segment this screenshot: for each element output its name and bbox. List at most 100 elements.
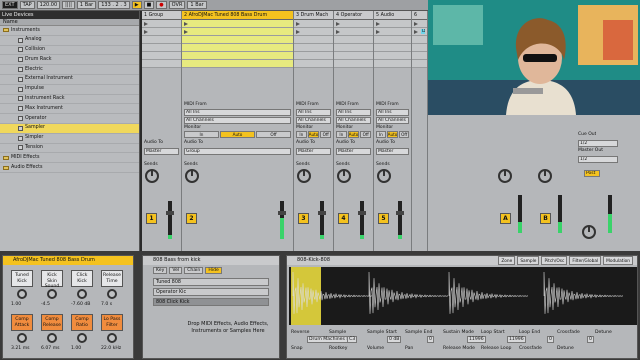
clip-slot[interactable] [334, 36, 373, 44]
clip-slot[interactable] [412, 44, 427, 52]
position-field[interactable]: 133 . 2 . 3 [98, 1, 130, 9]
sample-field-value[interactable]: 0 dB [387, 336, 402, 343]
clip-launch-icon[interactable] [336, 30, 340, 34]
clip-slot[interactable] [334, 28, 373, 36]
macro-button-7[interactable]: Comp Ratio [71, 314, 93, 331]
play-button[interactable]: ▶ [131, 1, 142, 9]
chain-row[interactable]: Tuned 808 [153, 278, 269, 286]
volume-fader[interactable] [318, 211, 326, 215]
macro-button-5[interactable]: Comp Attack [11, 314, 33, 331]
clip-slot[interactable] [142, 52, 181, 60]
send-knob[interactable] [145, 169, 159, 183]
ext-button[interactable]: EXT [2, 1, 18, 9]
clip-slot[interactable] [182, 60, 293, 68]
audio-to-select[interactable]: Master [336, 148, 371, 155]
midi-from-select[interactable]: All Ins [296, 109, 331, 116]
macro-knob-3[interactable] [77, 289, 87, 299]
clip-slot[interactable] [182, 36, 293, 44]
volume-fader[interactable] [358, 211, 366, 215]
clip-slot[interactable] [334, 60, 373, 68]
monitor-in-button[interactable]: In [336, 131, 347, 138]
audio-to-select[interactable]: Master [296, 148, 331, 155]
clip-slot[interactable] [142, 60, 181, 68]
clip-slot[interactable] [142, 44, 181, 52]
monitor-switch[interactable]: In Auto Off [296, 131, 332, 138]
clip-slot[interactable] [142, 20, 181, 28]
browser-item-drum-rack[interactable]: Drum Rack [0, 55, 139, 66]
clip-slot[interactable] [374, 52, 411, 60]
track-activator-button[interactable]: 4 [338, 213, 349, 224]
send-knob[interactable] [337, 169, 351, 183]
clip-slot[interactable] [294, 44, 333, 52]
clip-slot[interactable] [412, 36, 427, 44]
monitor-off-button[interactable]: Off [256, 131, 291, 138]
browser-item-instrument-rack[interactable]: Instrument Rack [0, 95, 139, 105]
quantize-select[interactable]: 1 Bar [76, 1, 97, 9]
monitor-switch[interactable]: In Auto Off [376, 131, 410, 138]
send-knob[interactable] [297, 169, 311, 183]
monitor-auto-button[interactable]: Auto [386, 131, 399, 138]
sample-field-value[interactable]: 11996 [507, 336, 526, 343]
monitor-in-button[interactable]: In [376, 131, 386, 138]
midi-from-select[interactable]: All Ins [184, 109, 291, 116]
clip-slot[interactable] [374, 44, 411, 52]
clip-launch-icon[interactable] [336, 22, 340, 26]
chain-tab-vel[interactable]: Vel [169, 267, 183, 274]
clip-slot[interactable] [374, 60, 411, 68]
track-header[interactable]: 3 Drum Mach [294, 11, 333, 20]
monitor-auto-button[interactable]: Auto [347, 131, 360, 138]
sample-field-value[interactable]: C3 [347, 336, 358, 343]
monitor-in-button[interactable]: In [184, 131, 219, 138]
macro-knob-4[interactable] [107, 289, 117, 299]
track-activator-button[interactable]: 1 [146, 213, 157, 224]
clip-slot[interactable] [334, 20, 373, 28]
monitor-off-button[interactable]: Off [399, 131, 410, 138]
macro-button-1[interactable]: Tuned Kick [11, 270, 33, 287]
clip-slot[interactable] [334, 44, 373, 52]
monitor-switch[interactable]: In Auto Off [184, 131, 291, 138]
clip-slot[interactable] [182, 44, 293, 52]
loop-length[interactable]: 1 Bar [187, 1, 207, 9]
master-volume-knob[interactable] [582, 225, 596, 239]
track-header[interactable]: 4 Operator [334, 11, 373, 20]
volume-fader[interactable] [278, 211, 286, 215]
send-knob[interactable] [185, 169, 199, 183]
clip-slot[interactable] [182, 28, 293, 36]
sample-field-value[interactable]: 11996 [467, 336, 486, 343]
clip-slot[interactable] [294, 36, 333, 44]
monitor-off-button[interactable]: Off [360, 131, 372, 138]
track-activator-button[interactable]: 3 [298, 213, 309, 224]
macro-knob-6[interactable] [47, 333, 57, 343]
midi-from-select[interactable]: All Ins [336, 109, 371, 116]
macro-button-3[interactable]: Click Kick [71, 270, 93, 287]
clip-slot[interactable] [412, 52, 427, 60]
clip-slot[interactable] [182, 20, 293, 28]
track-header[interactable]: 6 [412, 11, 427, 20]
clip-slot[interactable] [294, 60, 333, 68]
clip-launch-icon[interactable] [184, 22, 188, 26]
clip-launch-icon[interactable] [414, 22, 418, 26]
clip-launch-icon[interactable] [376, 22, 380, 26]
sample-field-value[interactable]: 0 [427, 336, 434, 343]
clip-launch-icon[interactable] [144, 22, 148, 26]
chain-tab-chain[interactable]: Chain [184, 267, 204, 274]
browser-item-impulse[interactable]: Impulse [0, 85, 139, 95]
tap-button[interactable]: TAP [19, 1, 35, 9]
cue-out-select[interactable]: 1/2 [578, 140, 618, 147]
clip-slot[interactable] [334, 52, 373, 60]
midi-channel-select[interactable]: All Channels [296, 117, 331, 124]
browser-item-audio-effects[interactable]: Audio Effects [0, 163, 139, 173]
browser-item-collision[interactable]: Collision [0, 46, 139, 56]
midi-channel-select[interactable]: All Channels [376, 117, 409, 124]
clip-slot[interactable] [294, 28, 333, 36]
midi-from-select[interactable]: All Ins [376, 109, 409, 116]
sample-field-value[interactable]: 0 [547, 336, 554, 343]
clip-slot[interactable] [374, 20, 411, 28]
monitor-in-button[interactable]: In [296, 131, 307, 138]
clip-launch-icon[interactable] [184, 30, 188, 34]
clip-slot[interactable] [374, 36, 411, 44]
volume-fader[interactable] [166, 211, 174, 215]
track-activator-button[interactable]: 2 [186, 213, 197, 224]
browser-item-analog[interactable]: Analog [0, 36, 139, 46]
macro-button-2[interactable]: Kick Skin Sound [41, 270, 63, 289]
